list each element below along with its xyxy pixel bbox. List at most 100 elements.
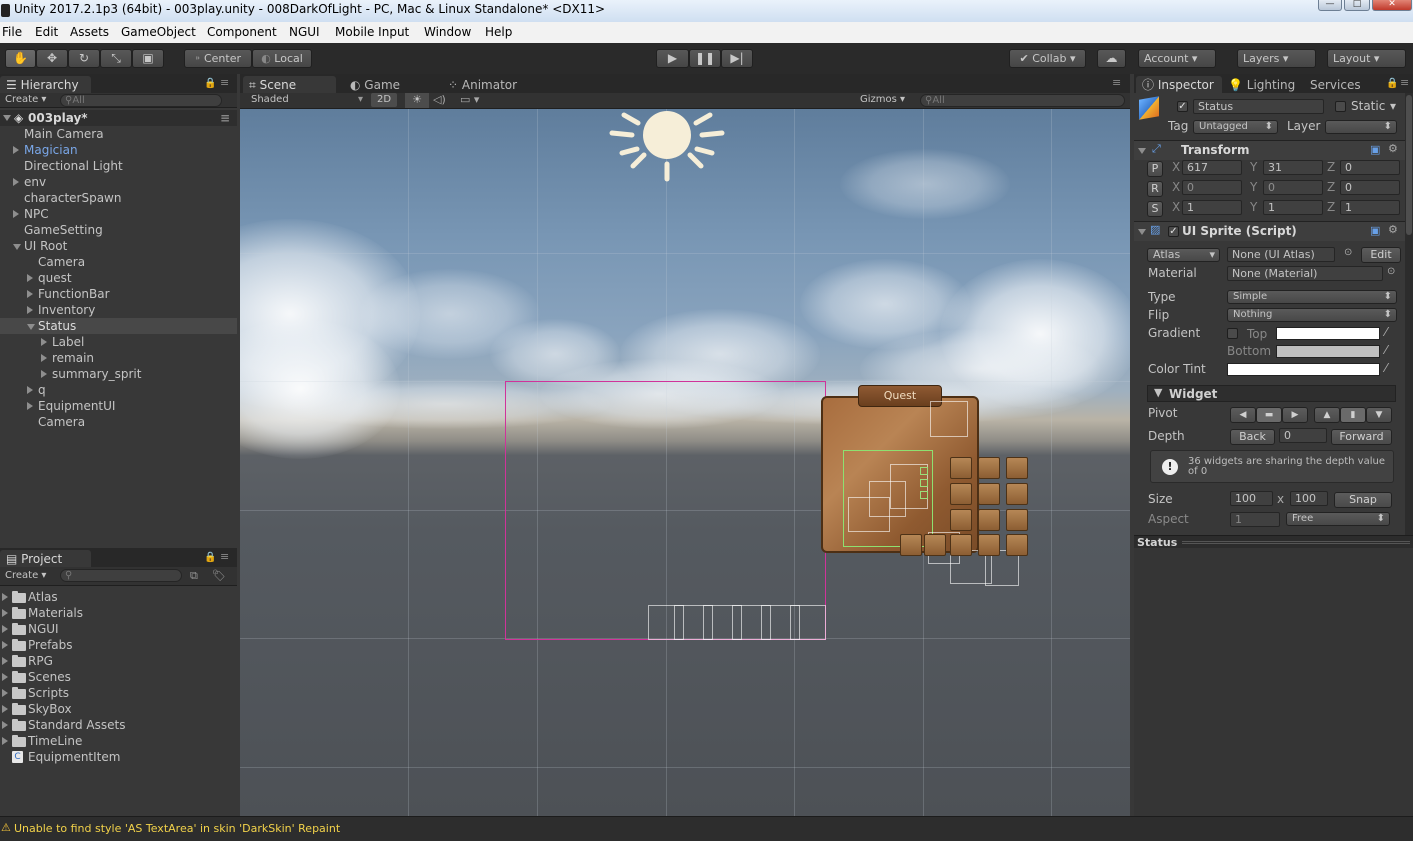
menu-edit[interactable]: Edit	[35, 25, 58, 39]
effects-toggle-icon[interactable]: ▭ ▾	[460, 93, 479, 106]
hand-tool-button[interactable]: ✋	[5, 49, 36, 68]
settings-gear-icon[interactable]: ⚙	[1388, 223, 1398, 236]
hierarchy-item[interactable]: GameSetting	[0, 222, 237, 238]
hierarchy-item[interactable]: Main Camera	[0, 126, 237, 142]
help-icon[interactable]: ▣	[1370, 143, 1380, 156]
collapsed-arrow-icon[interactable]	[2, 737, 8, 745]
eyedropper-icon[interactable]: ⁄	[1385, 361, 1387, 375]
scene-search-input[interactable]: ⚲All	[920, 94, 1125, 107]
pivot-right-button[interactable]: ▶	[1282, 407, 1308, 423]
material-field[interactable]: None (Material)	[1227, 266, 1383, 281]
hierarchy-item[interactable]: Inventory	[0, 302, 237, 318]
project-folder[interactable]: Prefabs	[0, 637, 237, 653]
close-button[interactable]: ✕	[1372, 0, 1412, 11]
collapsed-arrow-icon[interactable]	[2, 705, 8, 713]
eyedropper-icon[interactable]: ⁄	[1385, 343, 1387, 357]
menu-ngui[interactable]: NGUI	[289, 25, 320, 39]
hierarchy-item[interactable]: Camera	[0, 254, 237, 270]
panel-menu-icon[interactable]: ≡	[220, 550, 229, 563]
snap-button[interactable]: Snap	[1334, 492, 1392, 508]
hierarchy-search-input[interactable]: ⚲All	[60, 94, 222, 107]
inventory-slot[interactable]	[1006, 457, 1028, 479]
position-z-field[interactable]: 0	[1340, 160, 1400, 175]
menu-gameobject[interactable]: GameObject	[121, 25, 196, 39]
active-checkbox[interactable]: ✓	[1177, 101, 1188, 112]
filter-type-icon[interactable]: ⧉	[190, 569, 198, 583]
depth-forward-button[interactable]: Forward	[1331, 429, 1392, 445]
static-checkbox[interactable]	[1335, 101, 1346, 112]
rect-tool-button[interactable]: ▣	[132, 49, 164, 68]
collapsed-arrow-icon[interactable]	[27, 290, 33, 298]
pivot-middle-button[interactable]: ▮	[1340, 407, 1366, 423]
eyedropper-icon[interactable]: ⁄	[1385, 325, 1387, 339]
collapsed-arrow-icon[interactable]	[2, 673, 8, 681]
collab-dropdown[interactable]: ✔ Collab ▾	[1009, 49, 1086, 68]
panel-menu-icon[interactable]: ≡	[1112, 76, 1121, 89]
collapsed-arrow-icon[interactable]	[2, 609, 8, 617]
widget-section-header[interactable]: ▼ Widget	[1147, 385, 1396, 402]
rotate-tool-button[interactable]: ↻	[68, 49, 100, 68]
maximize-button[interactable]: □	[1344, 0, 1370, 11]
scene-root-row[interactable]: ◈ 003play* ≡	[0, 110, 237, 126]
inspector-scrollbar[interactable]	[1405, 93, 1413, 535]
expanded-arrow-icon[interactable]	[27, 324, 35, 330]
hierarchy-item[interactable]: EquipmentUI	[0, 398, 237, 414]
collapsed-arrow-icon[interactable]	[27, 306, 33, 314]
menu-assets[interactable]: Assets	[70, 25, 109, 39]
scale-x-field[interactable]: 1	[1182, 200, 1242, 215]
collapsed-arrow-icon[interactable]	[2, 625, 8, 633]
inventory-slot[interactable]	[1006, 534, 1028, 556]
hierarchy-item[interactable]: Directional Light	[0, 158, 237, 174]
pivot-local-button[interactable]: ◐ Local	[252, 49, 312, 68]
aspect-field[interactable]: 1	[1230, 512, 1280, 527]
inspector-scroll-thumb[interactable]	[1406, 95, 1412, 235]
depth-back-button[interactable]: Back	[1230, 429, 1275, 445]
collapsed-arrow-icon[interactable]	[13, 146, 19, 154]
hierarchy-item[interactable]: quest	[0, 270, 237, 286]
project-folder[interactable]: Scenes	[0, 669, 237, 685]
layout-dropdown[interactable]: Layout ▾	[1327, 49, 1406, 68]
lock-icon[interactable]: 🔒	[204, 552, 216, 563]
size-width-field[interactable]: 100	[1230, 491, 1273, 506]
gradient-bottom-color[interactable]	[1276, 345, 1380, 358]
lock-icon[interactable]: 🔒	[1386, 78, 1398, 89]
layer-dropdown[interactable]: ⬍	[1325, 120, 1397, 134]
project-folder[interactable]: Materials	[0, 605, 237, 621]
inventory-slot[interactable]	[1006, 509, 1028, 531]
expanded-arrow-icon[interactable]	[13, 244, 21, 250]
settings-gear-icon[interactable]: ⚙	[1388, 142, 1398, 155]
hierarchy-item[interactable]: remain	[0, 350, 237, 366]
rotation-y-field[interactable]: 0	[1263, 180, 1323, 195]
account-dropdown[interactable]: Account ▾	[1138, 49, 1216, 68]
hierarchy-item[interactable]: Camera	[0, 414, 237, 430]
color-tint-swatch[interactable]	[1227, 363, 1380, 376]
position-y-field[interactable]: 31	[1263, 160, 1323, 175]
lock-icon[interactable]: 🔒	[204, 78, 216, 89]
atlas-button[interactable]: Atlas ▾	[1147, 248, 1220, 262]
project-folder[interactable]: TimeLine	[0, 733, 237, 749]
pause-button[interactable]: ❚❚	[689, 49, 721, 68]
preview-header[interactable]: Status	[1134, 535, 1413, 549]
console-status-bar[interactable]: ⚠ Unable to find style 'AS TextArea' in …	[0, 816, 1413, 841]
collapsed-arrow-icon[interactable]	[41, 370, 47, 378]
collapsed-arrow-icon[interactable]	[41, 354, 47, 362]
menu-help[interactable]: Help	[485, 25, 512, 39]
project-folder[interactable]: Scripts	[0, 685, 237, 701]
reset-rotation-button[interactable]: R	[1147, 181, 1163, 197]
project-search-input[interactable]: ⚲	[60, 569, 182, 582]
shading-mode-dropdown[interactable]: Shaded	[251, 94, 289, 105]
project-create-dropdown[interactable]: Create ▾	[5, 570, 46, 581]
reset-scale-button[interactable]: S	[1147, 201, 1163, 217]
layers-dropdown[interactable]: Layers ▾	[1237, 49, 1316, 68]
uisprite-header[interactable]: ▨ ✓ UI Sprite (Script) ▣ ⚙	[1134, 221, 1413, 241]
hierarchy-item[interactable]: Label	[0, 334, 237, 350]
inventory-slot[interactable]	[950, 509, 972, 531]
collapsed-arrow-icon[interactable]	[2, 657, 8, 665]
hierarchy-item[interactable]: NPC	[0, 206, 237, 222]
move-tool-button[interactable]: ✥	[36, 49, 68, 68]
scene-viewport[interactable]: Quest	[240, 109, 1130, 816]
collapsed-arrow-icon[interactable]	[27, 402, 33, 410]
step-button[interactable]: ▶|	[721, 49, 753, 68]
size-height-field[interactable]: 100	[1290, 491, 1328, 506]
pivot-bottom-button[interactable]: ▼	[1366, 407, 1392, 423]
